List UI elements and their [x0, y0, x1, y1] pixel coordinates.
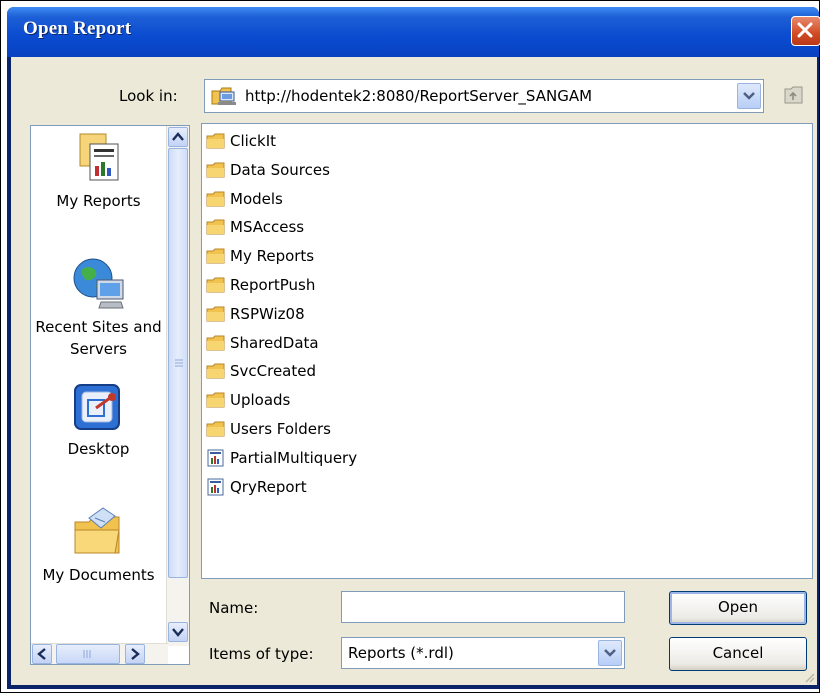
scroll-up-button[interactable]	[168, 127, 188, 147]
list-item[interactable]: Models	[206, 186, 283, 212]
list-item[interactable]: MSAccess	[206, 214, 304, 240]
items-of-type-dropdown[interactable]: Reports (*.rdl)	[341, 637, 625, 669]
list-item-label: Data Sources	[230, 160, 330, 179]
place-label: My Documents	[42, 566, 155, 584]
list-item[interactable]: QryReport	[206, 474, 307, 500]
folder-icon	[206, 421, 225, 437]
list-item[interactable]: My Reports	[206, 243, 314, 269]
list-item-label: ClickIt	[230, 132, 277, 150]
place-recent-sites[interactable]: Recent Sites and Servers	[31, 256, 166, 360]
dialog-body: Look in: http://hodentek2:8080/ReportSer…	[11, 57, 817, 685]
list-item-label: SharedData	[230, 333, 319, 352]
open-button[interactable]: Open	[669, 591, 807, 625]
list-item[interactable]: Users Folders	[206, 416, 331, 442]
look-in-dropdown[interactable]: http://hodentek2:8080/ReportServer_SANGA…	[204, 79, 764, 113]
report-icon	[207, 449, 224, 467]
desktop-icon	[73, 384, 120, 430]
look-in-label: Look in:	[119, 87, 178, 105]
places-horizontal-scrollbar[interactable]	[31, 643, 168, 664]
chevron-left-icon	[37, 648, 46, 660]
grip-icon	[83, 650, 91, 658]
report-icon	[207, 478, 224, 496]
place-my-documents[interactable]: My Documents	[31, 504, 166, 586]
folder-icon	[206, 162, 225, 178]
close-icon	[797, 22, 813, 38]
places-bar: My Reports Recent Sites and Servers Desk…	[30, 125, 190, 665]
folder-icon	[206, 248, 225, 264]
open-report-dialog: Open Report Look in: http://hodentek2:80…	[7, 7, 820, 689]
look-in-value: http://hodentek2:8080/ReportServer_SANGA…	[245, 87, 593, 105]
list-item[interactable]: RSPWiz08	[206, 301, 305, 327]
items-of-type-arrow[interactable]	[598, 640, 622, 666]
chevron-up-icon	[172, 132, 184, 141]
close-button[interactable]	[791, 16, 820, 46]
folder-icon	[206, 363, 225, 379]
place-desktop[interactable]: Desktop	[31, 382, 166, 460]
folder-icon	[206, 306, 225, 322]
list-item-label: SvcCreated	[230, 362, 317, 381]
name-input[interactable]	[341, 591, 625, 623]
list-item[interactable]: Data Sources	[206, 157, 330, 183]
items-of-type-label: Items of type:	[209, 645, 314, 663]
horizontal-scroll-thumb[interactable]	[56, 644, 120, 664]
chevron-down-icon	[743, 92, 755, 100]
file-list[interactable]: ClickIt Data Sources Models MSAccess My Repo…	[201, 123, 813, 579]
folder-icon	[206, 191, 225, 207]
name-label: Name:	[209, 599, 259, 617]
scroll-right-button[interactable]	[125, 644, 145, 664]
web-folder-icon	[211, 87, 236, 105]
folder-icon	[206, 335, 225, 351]
place-label: Desktop	[67, 440, 130, 458]
folder-icon	[206, 277, 225, 293]
list-item-label: Uploads	[230, 391, 291, 410]
list-item-label: PartialMultiquery	[230, 448, 358, 467]
scroll-left-button[interactable]	[32, 644, 52, 664]
look-in-dropdown-arrow[interactable]	[737, 83, 761, 109]
scroll-thumb[interactable]	[168, 148, 188, 578]
place-my-reports[interactable]: My Reports	[31, 132, 166, 212]
list-item[interactable]: SvcCreated	[206, 358, 316, 384]
list-item-label: My Reports	[230, 247, 315, 266]
my-reports-icon	[79, 133, 118, 181]
list-item[interactable]: SharedData	[206, 330, 319, 356]
list-item[interactable]: ClickIt	[206, 128, 276, 154]
resize-grip-icon[interactable]	[803, 671, 815, 683]
place-label: Recent Sites and Servers	[35, 318, 162, 358]
list-item-label: RSPWiz08	[230, 304, 305, 323]
place-label: My Reports	[56, 192, 141, 210]
globe-computer-icon	[73, 258, 124, 309]
up-one-level-icon[interactable]	[783, 85, 805, 105]
folder-icon	[206, 392, 225, 408]
list-item-label: MSAccess	[230, 218, 305, 237]
cancel-button[interactable]: Cancel	[669, 637, 807, 671]
title-bar[interactable]: Open Report	[7, 7, 820, 57]
list-item[interactable]: Uploads	[206, 387, 290, 413]
scroll-down-button[interactable]	[168, 622, 188, 642]
folder-icon	[206, 133, 225, 149]
places-vertical-scrollbar[interactable]	[166, 126, 189, 646]
list-item-label: Users Folders	[230, 420, 331, 438]
chevron-right-icon	[131, 648, 140, 660]
items-of-type-value: Reports (*.rdl)	[348, 644, 454, 662]
list-item[interactable]: PartialMultiquery	[206, 445, 357, 471]
folder-icon	[206, 219, 225, 235]
chevron-down-icon	[604, 649, 616, 657]
list-item-label: ReportPush	[230, 276, 316, 294]
window-title: Open Report	[23, 18, 132, 39]
list-item-label: QryReport	[230, 477, 307, 496]
list-item[interactable]: ReportPush	[206, 272, 315, 298]
list-item-label: Models	[230, 189, 283, 208]
chevron-down-icon	[172, 628, 184, 637]
my-documents-icon	[74, 507, 120, 554]
grip-icon	[175, 359, 183, 367]
screenshot-frame: Open Report Look in: http://hodentek2:80…	[0, 0, 820, 693]
